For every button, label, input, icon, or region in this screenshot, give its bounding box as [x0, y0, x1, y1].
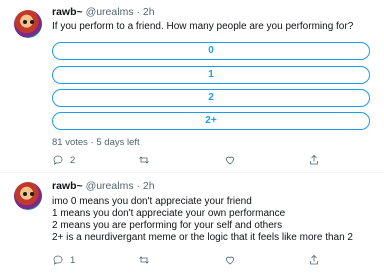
avatar[interactable] — [14, 10, 42, 38]
tweet-time[interactable]: 2h — [143, 180, 155, 192]
poll-time-left: 5 days left — [96, 137, 140, 148]
like-icon — [226, 156, 234, 165]
share-icon — [310, 254, 318, 265]
tweet-text: imo 0 means you don't appreciate your fr… — [52, 196, 353, 244]
poll-option-label: 2 — [208, 92, 214, 103]
tweet-text-line: 1 means you don't appreciate your own pe… — [52, 208, 286, 219]
separator-dot: · — [90, 137, 94, 148]
reply-button[interactable]: 1 — [52, 253, 75, 267]
poll-option-2[interactable]: 2 — [52, 89, 370, 107]
reply-count: 2 — [70, 154, 76, 166]
retweet-button[interactable] — [138, 253, 156, 267]
like-button[interactable] — [224, 253, 242, 267]
tweet-text-line: imo 0 means you don't appreciate your fr… — [52, 196, 252, 207]
author-handle[interactable]: @urealms — [86, 180, 134, 192]
poll-option-2plus[interactable]: 2+ — [52, 112, 370, 130]
poll-option-label: 2+ — [205, 115, 217, 126]
poll-votes: 81 votes — [52, 137, 88, 148]
tweet-time[interactable]: 2h — [143, 6, 155, 18]
tweet-poll[interactable]: rawb~ @urealms · 2h If you perform to a … — [0, 0, 384, 172]
tweet-header: rawb~ @urealms · 2h — [52, 6, 155, 19]
separator-dot: · — [136, 180, 141, 192]
poll-option-label: 1 — [208, 69, 214, 80]
share-button[interactable] — [308, 253, 326, 267]
reply-button[interactable]: 2 — [52, 153, 75, 167]
tweet-divider — [0, 172, 384, 173]
tweet-text: If you perform to a friend. How many peo… — [52, 21, 354, 32]
poll-option-0[interactable]: 0 — [52, 42, 370, 60]
tweet-actions: 1 — [52, 253, 372, 267]
like-icon — [226, 256, 234, 265]
separator-dot: · — [136, 6, 141, 18]
like-button[interactable] — [224, 153, 242, 167]
retweet-icon — [139, 256, 149, 264]
author-name[interactable]: rawb~ — [52, 6, 83, 18]
tweet-header: rawb~ @urealms · 2h — [52, 180, 155, 193]
share-button[interactable] — [308, 153, 326, 167]
tweet-text-line: 2 means you are performing for your self… — [52, 220, 283, 231]
retweet-icon — [139, 156, 149, 164]
tweet-actions: 2 — [52, 153, 372, 167]
reply-icon — [53, 255, 63, 265]
reply-count: 1 — [70, 254, 76, 266]
poll-option-label: 0 — [208, 45, 214, 56]
author-name[interactable]: rawb~ — [52, 180, 83, 192]
poll-option-1[interactable]: 1 — [52, 66, 370, 84]
tweet-reply[interactable]: rawb~ @urealms · 2h imo 0 means you don'… — [0, 174, 384, 277]
reply-icon — [53, 155, 63, 165]
author-handle[interactable]: @urealms — [86, 6, 134, 18]
retweet-button[interactable] — [138, 153, 156, 167]
share-icon — [310, 154, 318, 165]
poll-meta: 81 votes · 5 days left — [52, 137, 140, 148]
avatar[interactable] — [14, 182, 42, 210]
tweet-text-line: 2+ is a neurdivergant meme or the logic … — [52, 232, 353, 243]
